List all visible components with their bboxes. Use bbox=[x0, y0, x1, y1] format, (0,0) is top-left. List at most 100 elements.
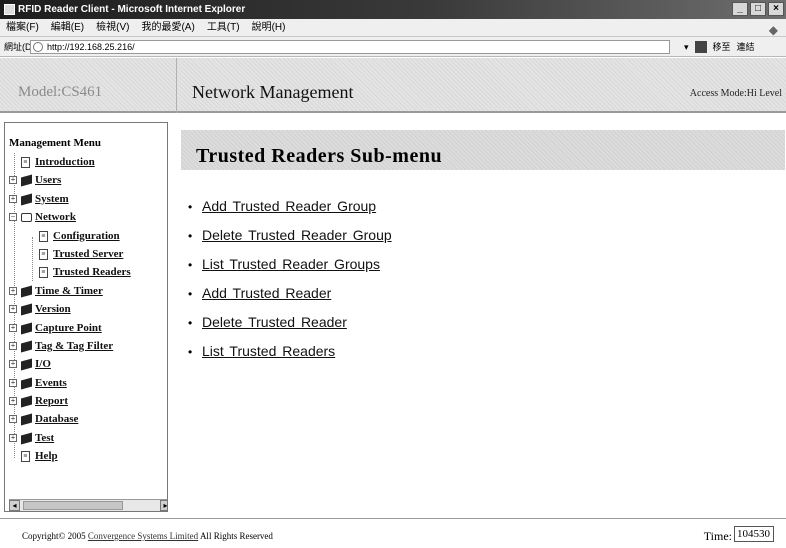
document-icon: ≡ bbox=[39, 267, 48, 279]
sidebar-item-label: I/O bbox=[35, 358, 51, 371]
window-titlebar: RFID Reader Client - Microsoft Internet … bbox=[0, 0, 786, 19]
book-icon bbox=[21, 432, 32, 445]
sidebar-item-tag-tag-filter[interactable]: + Tag & Tag Filter bbox=[5, 337, 165, 355]
sidebar-item-time-timer[interactable]: + Time & Timer bbox=[5, 282, 165, 300]
sidebar-item-users[interactable]: + Users bbox=[5, 171, 165, 189]
book-icon bbox=[21, 303, 32, 316]
expand-icon[interactable]: + bbox=[9, 305, 17, 314]
sidebar-item-system[interactable]: + System bbox=[5, 190, 165, 208]
copyright-text: Copyright© 2005 Convergence Systems Limi… bbox=[22, 531, 273, 541]
main-content: Trusted Readers Sub-menu • Add Trusted Re… bbox=[178, 122, 786, 512]
horizontal-scrollbar[interactable]: ◂ ▸ bbox=[9, 499, 167, 511]
expand-icon[interactable]: + bbox=[9, 323, 17, 332]
submenu-links: • Add Trusted Reader Group • Delete Truste… bbox=[188, 196, 392, 370]
sidebar-item-test[interactable]: + Test bbox=[5, 429, 165, 447]
expand-icon[interactable]: + bbox=[9, 360, 17, 369]
sidebar-item-network[interactable]: − Network bbox=[5, 208, 165, 226]
sidebar-item-label: Network bbox=[35, 211, 76, 224]
collapse-icon[interactable]: − bbox=[9, 213, 17, 222]
time-field: 104530 bbox=[734, 526, 774, 542]
page-title: Network Management bbox=[192, 82, 354, 102]
add-trusted-reader-link[interactable]: Add Trusted Reader bbox=[202, 285, 331, 301]
open-book-icon bbox=[21, 213, 32, 223]
sidebar-item-label: Tag & Tag Filter bbox=[35, 339, 114, 352]
list-trusted-reader-groups-link[interactable]: List Trusted Reader Groups bbox=[202, 256, 380, 272]
expand-icon[interactable]: + bbox=[9, 433, 17, 442]
sidebar-item-trusted-readers[interactable]: ≡ Trusted Readers bbox=[5, 263, 165, 281]
scroll-right-icon[interactable]: ▸ bbox=[160, 500, 167, 511]
bullet: • bbox=[188, 200, 193, 214]
sidebar-item-label: Events bbox=[35, 376, 67, 389]
book-icon bbox=[21, 193, 32, 206]
address-input[interactable]: http://192.168.25.216/ bbox=[30, 40, 670, 54]
sidebar-item-report[interactable]: + Report bbox=[5, 392, 165, 410]
delete-trusted-reader-link[interactable]: Delete Trusted Reader bbox=[202, 314, 347, 330]
book-icon bbox=[21, 285, 32, 298]
expand-icon[interactable]: + bbox=[9, 286, 17, 295]
add-trusted-reader-group-link[interactable]: Add Trusted Reader Group bbox=[202, 198, 376, 214]
sidebar-item-database[interactable]: + Database bbox=[5, 410, 165, 428]
sidebar-item-label: Introduction bbox=[35, 156, 95, 168]
sidebar-item-help[interactable]: ≡ Help bbox=[5, 447, 165, 465]
sidebar-item-label: Database bbox=[35, 413, 79, 426]
sidebar-item-configuration[interactable]: ≡ Configuration bbox=[5, 227, 165, 245]
link-row: • Add Trusted Reader bbox=[188, 283, 392, 312]
expand-icon[interactable]: + bbox=[9, 378, 17, 387]
menu-tools[interactable]: 工具(T) bbox=[207, 19, 240, 36]
menu-view[interactable]: 檢視(V) bbox=[96, 19, 129, 36]
go-button[interactable]: 移至 bbox=[713, 37, 731, 57]
bullet: • bbox=[188, 287, 193, 301]
links-label[interactable]: 連結 bbox=[737, 37, 755, 57]
list-trusted-readers-link[interactable]: List Trusted Readers bbox=[202, 343, 335, 359]
bullet: • bbox=[188, 229, 193, 243]
go-area: ▾ 移至 連結 bbox=[684, 37, 755, 57]
sidebar-item-label: Report bbox=[35, 395, 68, 408]
maximize-button[interactable]: □ bbox=[750, 2, 766, 16]
header-divider bbox=[176, 58, 177, 113]
menu-favorites[interactable]: 我的最愛(A) bbox=[141, 19, 194, 36]
sidebar-item-introduction[interactable]: ≡ Introduction bbox=[5, 153, 165, 171]
sidebar-item-label: Trusted Server bbox=[53, 247, 124, 260]
ie-app-icon bbox=[4, 4, 15, 15]
page-header: Model:CS461 Network Management Access Mo… bbox=[0, 58, 786, 113]
sidebar-item-events[interactable]: + Events bbox=[5, 374, 165, 392]
sidebar-item-trusted-server[interactable]: ≡ Trusted Server bbox=[5, 245, 165, 263]
delete-trusted-reader-group-link[interactable]: Delete Trusted Reader Group bbox=[202, 227, 392, 243]
bullet: • bbox=[188, 316, 193, 330]
go-arrow-icon[interactable] bbox=[694, 41, 707, 53]
time-label: Time: bbox=[703, 529, 732, 543]
window-controls: _ □ × bbox=[732, 2, 784, 16]
sidebar-item-capture-point[interactable]: + Capture Point bbox=[5, 319, 165, 337]
scroll-thumb[interactable] bbox=[23, 501, 123, 510]
menu-file[interactable]: 檔案(F) bbox=[6, 19, 39, 36]
link-row: • Delete Trusted Reader bbox=[188, 312, 392, 341]
subtitle-banner: Trusted Readers Sub-menu bbox=[181, 130, 785, 170]
sidebar-item-label: Capture Point bbox=[35, 321, 102, 334]
book-icon bbox=[21, 413, 32, 426]
sidebar-item-version[interactable]: + Version bbox=[5, 300, 165, 318]
rights-text: All Rights Reserved bbox=[199, 531, 273, 541]
expand-icon[interactable]: + bbox=[9, 397, 17, 406]
expand-icon[interactable]: + bbox=[9, 194, 17, 203]
expand-icon[interactable]: + bbox=[9, 415, 17, 424]
expand-icon[interactable]: + bbox=[9, 341, 17, 350]
management-menu-sidebar: Management Menu ≡ Introduction + Users + Syst… bbox=[4, 122, 168, 512]
link-row: • List Trusted Reader Groups bbox=[188, 254, 392, 283]
menu-edit[interactable]: 編輯(E) bbox=[51, 19, 84, 36]
menu-tree-items: ≡ Introduction + Users + System − Network ≡ Confi… bbox=[5, 153, 165, 466]
close-button[interactable]: × bbox=[768, 2, 784, 16]
sidebar-item-i-o[interactable]: + I/O bbox=[5, 355, 165, 373]
book-icon bbox=[21, 174, 32, 187]
sidebar-item-label: Configuration bbox=[53, 229, 120, 242]
menu-tree: ≡ Introduction + Users + System − Network ≡ Confi… bbox=[5, 153, 165, 466]
sidebar-item-label: Help bbox=[35, 450, 58, 463]
company-link[interactable]: Convergence Systems Limited bbox=[88, 531, 198, 541]
minimize-button[interactable]: _ bbox=[732, 2, 748, 16]
page-footer: Copyright© 2005 Convergence Systems Limi… bbox=[0, 518, 786, 548]
expand-icon[interactable]: + bbox=[9, 176, 17, 185]
scroll-left-icon[interactable]: ◂ bbox=[9, 500, 20, 511]
book-icon bbox=[21, 377, 32, 390]
menu-help[interactable]: 說明(H) bbox=[252, 19, 286, 36]
dropdown-arrow-icon[interactable]: ▾ bbox=[684, 37, 689, 57]
model-label: Model:CS461 bbox=[18, 84, 103, 100]
